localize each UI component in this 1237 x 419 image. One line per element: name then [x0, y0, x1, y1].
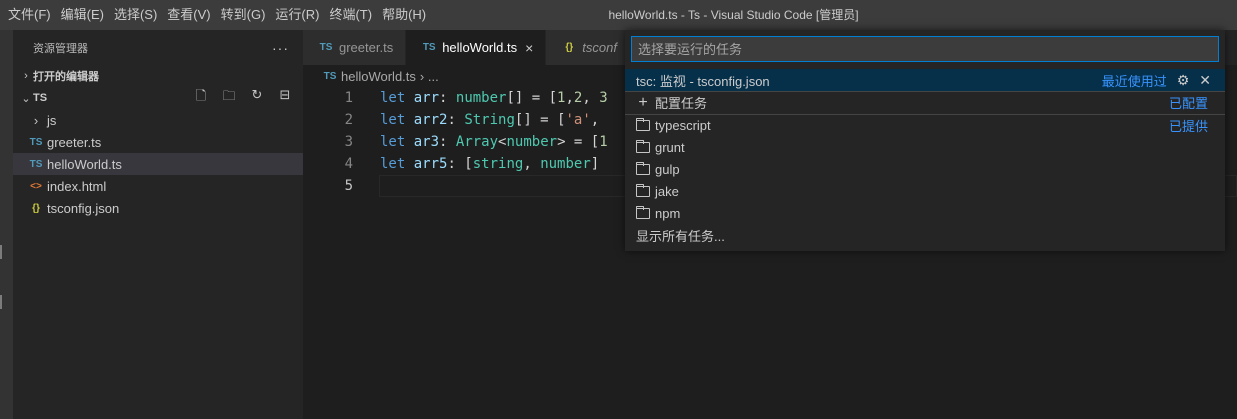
typescript-file-icon: TS	[29, 158, 43, 170]
task-label: 配置任务	[655, 96, 708, 111]
tree-item-tsconfig[interactable]: {} tsconfig.json	[13, 197, 303, 219]
line-number: 2	[344, 112, 353, 128]
breadcrumb: TS helloWorld.ts › ...	[303, 65, 439, 87]
tree-item-helloworld[interactable]: TS helloWorld.ts	[13, 153, 303, 175]
code-text: let ar3: Array<number> = [1	[380, 134, 608, 150]
html-file-icon: <>	[30, 180, 42, 192]
task-item-jake[interactable]: jake	[625, 180, 1225, 202]
folder-label: TS	[33, 92, 48, 104]
activity-bar	[0, 30, 13, 419]
refresh-icon[interactable]: ↻	[247, 87, 267, 109]
collapse-all-icon[interactable]: ⊟	[275, 87, 295, 109]
chevron-right-icon: ›	[24, 70, 28, 82]
chevron-down-icon: ⌄	[21, 92, 31, 105]
provided-label: 已提供	[1168, 119, 1208, 134]
code-text: let arr5: [string, number]	[380, 156, 608, 172]
row-actions: ⚙ ✕	[1177, 72, 1225, 89]
tree-item-label: index.html	[47, 178, 107, 194]
more-actions-icon[interactable]: ···	[272, 40, 289, 56]
breadcrumb-file[interactable]: helloWorld.ts	[341, 69, 416, 84]
folder-icon	[636, 205, 650, 219]
task-item-npm[interactable]: npm	[625, 202, 1225, 224]
task-label: npm	[655, 205, 681, 221]
task-item-tsc-watch[interactable]: tsc: 监视 - tsconfig.json 最近使用过 ⚙ ✕	[625, 69, 1225, 91]
task-label: gulp	[655, 161, 680, 177]
task-item-show-all[interactable]: 显示所有任务...	[625, 224, 1225, 246]
activity-marker	[0, 245, 2, 259]
task-label: typescript	[655, 118, 711, 133]
tab-greeter[interactable]: TS greeter.ts	[303, 30, 407, 65]
tree-item-label: tsconfig.json	[47, 200, 120, 216]
new-folder-icon[interactable]: 🗀	[219, 87, 239, 109]
tree-item-label: js	[47, 112, 57, 128]
title-bar: 文件(F) 编辑(E) 选择(S) 查看(V) 转到(G) 运行(R) 终端(T…	[0, 0, 1237, 30]
tab-label: greeter.ts	[339, 40, 394, 55]
task-label: jake	[655, 183, 679, 199]
tab-label: helloWorld.ts	[442, 40, 518, 55]
tree-item-js[interactable]: › js	[13, 109, 303, 131]
explorer-title: 资源管理器	[33, 42, 88, 55]
line-number: 5	[344, 178, 353, 194]
open-editors-label: 打开的编辑器	[33, 71, 99, 83]
task-label: 显示所有任务...	[636, 228, 725, 244]
recently-used-label: 最近使用过	[1101, 73, 1167, 89]
folder-icon	[636, 183, 650, 197]
configured-label: 已配置	[1168, 96, 1208, 111]
task-item-gulp[interactable]: gulp	[625, 158, 1225, 180]
explorer-header: 资源管理器 ···	[13, 30, 303, 65]
close-icon[interactable]: ✕	[1199, 72, 1211, 89]
menu-selection[interactable]: 选择(S)	[109, 0, 162, 30]
task-quick-pick: tsc: 监视 - tsconfig.json 最近使用过 ⚙ ✕ + 配置任务…	[625, 30, 1225, 251]
open-editors-section[interactable]: › 打开的编辑器	[13, 65, 303, 87]
menu-terminal[interactable]: 终端(T)	[324, 0, 377, 30]
menu-edit[interactable]: 编辑(E)	[56, 0, 109, 30]
line-number: 3	[344, 134, 353, 150]
task-item-grunt[interactable]: grunt	[625, 136, 1225, 158]
typescript-file-icon: TS	[29, 136, 43, 148]
task-item-configure[interactable]: + 配置任务 已配置	[625, 91, 1225, 113]
menu-go[interactable]: 转到(G)	[216, 0, 271, 30]
folder-icon	[636, 139, 650, 153]
code-text: let arr: number[] = [1,2, 3	[380, 90, 608, 106]
line-number: 1	[344, 90, 353, 106]
menu-file[interactable]: 文件(F)	[3, 0, 56, 30]
task-item-typescript[interactable]: typescript 已提供	[625, 114, 1225, 136]
menu-run[interactable]: 运行(R)	[270, 0, 324, 30]
tree-item-index-html[interactable]: <> index.html	[13, 175, 303, 197]
plus-icon: +	[638, 93, 648, 111]
task-label: grunt	[655, 139, 685, 155]
close-icon[interactable]: ×	[525, 40, 533, 56]
folder-section-ts[interactable]: ⌄ TS 🗋 🗀 ↻ ⊟	[13, 87, 303, 109]
folder-actions: 🗋 🗀 ↻ ⊟	[191, 87, 303, 109]
new-file-icon[interactable]: 🗋	[191, 87, 211, 109]
typescript-file-icon: TS	[323, 70, 337, 82]
activity-marker	[0, 295, 2, 309]
typescript-file-icon: TS	[319, 42, 333, 53]
task-label: tsc: 监视 - tsconfig.json	[636, 73, 770, 89]
tab-label: tsconf	[582, 40, 617, 55]
typescript-file-icon: TS	[422, 42, 436, 53]
tree-item-label: helloWorld.ts	[47, 156, 122, 172]
menu-view[interactable]: 查看(V)	[162, 0, 215, 30]
gear-icon[interactable]: ⚙	[1177, 72, 1190, 89]
tree-item-label: greeter.ts	[47, 134, 102, 150]
code-text: let arr2: String[] = ['a',	[380, 112, 608, 128]
tab-tsconfig[interactable]: {} tsconf	[546, 30, 630, 65]
tree-item-greeter[interactable]: TS greeter.ts	[13, 131, 303, 153]
json-file-icon: {}	[565, 42, 574, 53]
folder-icon	[636, 118, 650, 131]
menu-bar: 文件(F) 编辑(E) 选择(S) 查看(V) 转到(G) 运行(R) 终端(T…	[0, 0, 431, 30]
folder-icon	[636, 161, 650, 175]
explorer-sidebar: 资源管理器 ··· › 打开的编辑器 ⌄ TS 🗋 🗀 ↻ ⊟ › js TS …	[13, 30, 303, 419]
json-file-icon: {}	[32, 202, 40, 214]
chevron-right-icon: ›	[33, 112, 39, 128]
task-search-input[interactable]	[631, 36, 1219, 62]
breadcrumb-rest[interactable]: › ...	[420, 69, 439, 84]
line-number: 4	[344, 156, 353, 172]
tab-helloworld[interactable]: TS helloWorld.ts ×	[406, 30, 547, 65]
menu-help[interactable]: 帮助(H)	[377, 0, 431, 30]
